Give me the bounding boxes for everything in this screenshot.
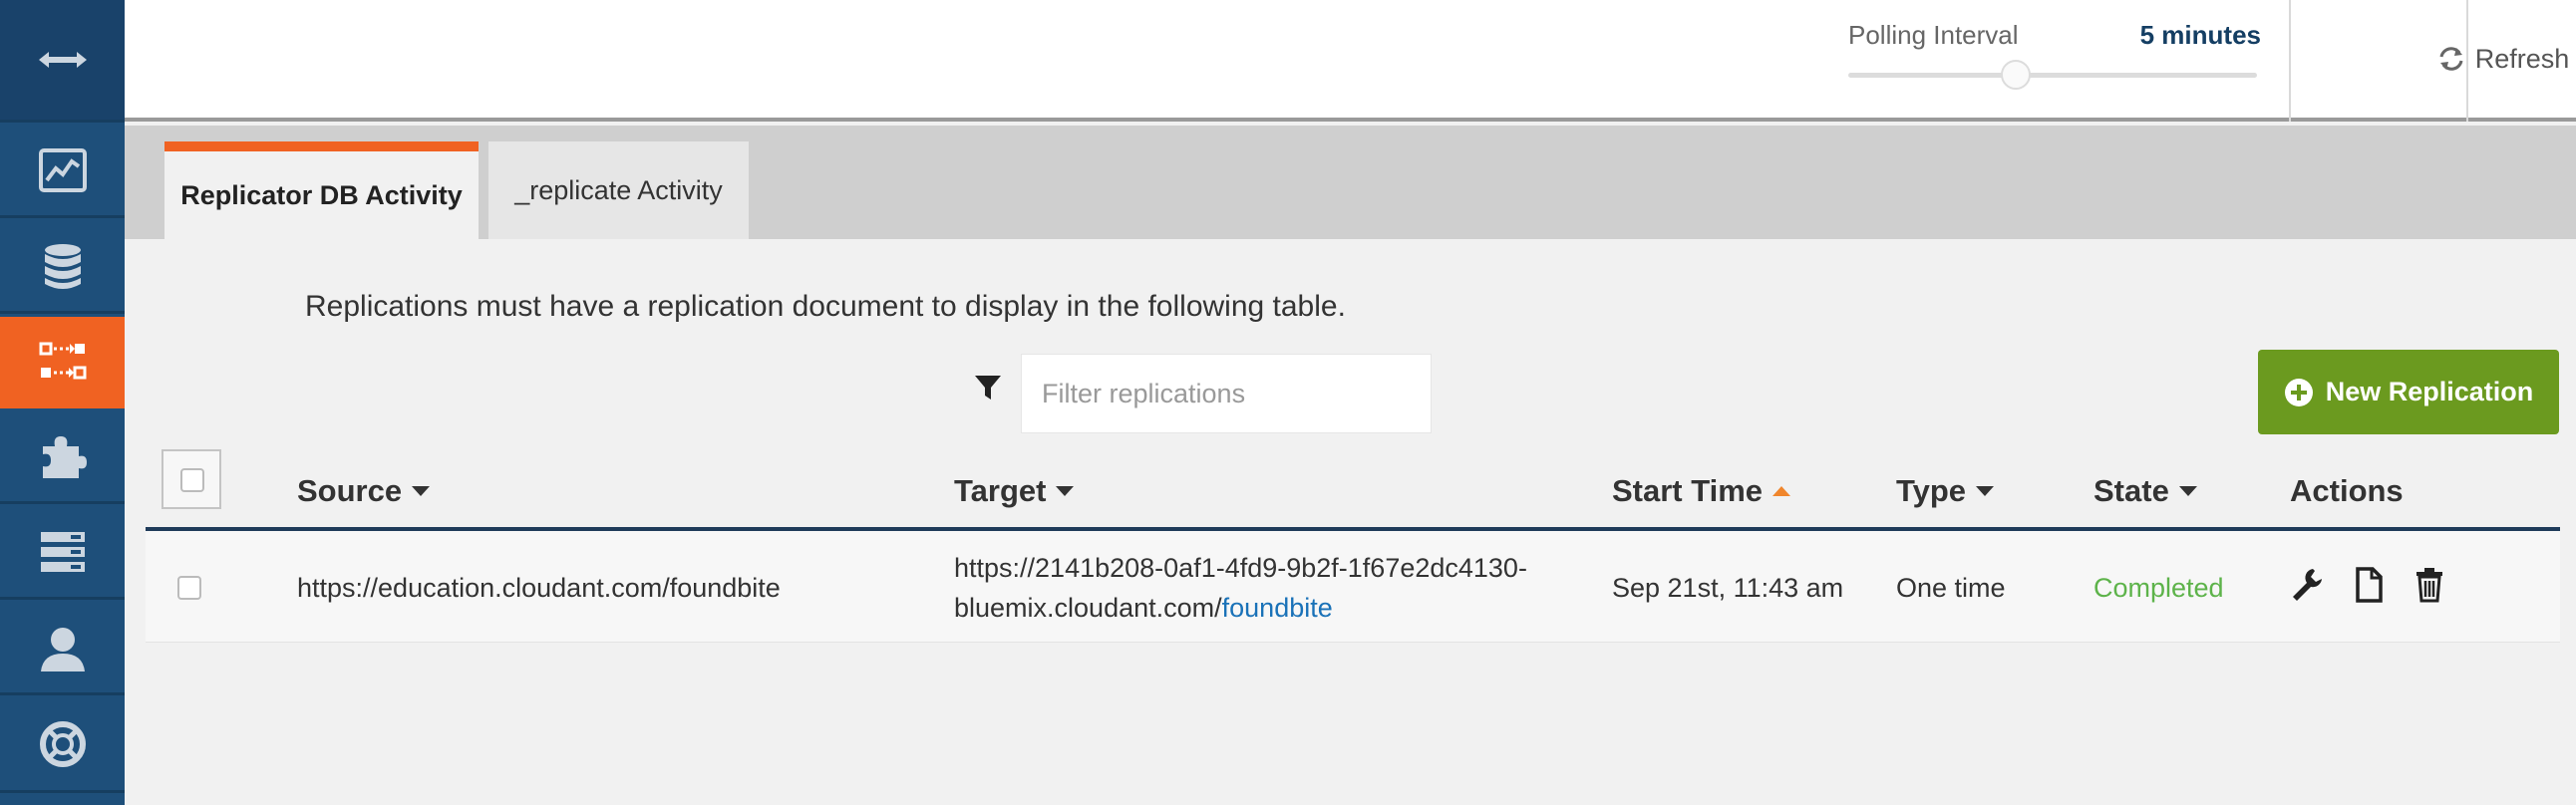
wrench-icon	[2293, 569, 2322, 601]
sidebar-item-databases[interactable]	[0, 221, 125, 314]
filter-replications-input[interactable]	[1021, 354, 1432, 433]
polling-interval-value: 5 minutes	[2139, 20, 2261, 50]
tab-bar: Replicator DB Activity _replicate Activi…	[125, 126, 2576, 239]
sidebar-item-replication[interactable]	[0, 317, 125, 408]
tab-label: Replicator DB Activity	[180, 179, 463, 210]
replication-notice: Replications must have a replication doc…	[305, 290, 1346, 323]
sort-up-icon	[1772, 486, 1791, 496]
slider-track[interactable]	[1848, 73, 2257, 78]
delete-replication-button[interactable]	[2412, 565, 2447, 605]
sidebar-toggle[interactable]	[0, 0, 125, 123]
filter-icon	[975, 376, 1001, 400]
refresh-label: Refresh	[2474, 43, 2570, 74]
sort-down-icon	[2178, 486, 2197, 496]
polling-interval-label: Polling Interval	[1848, 20, 2019, 50]
row-target-line1: https://2141b208-0af1-4fd9-9b2f-1f67e2dc…	[954, 553, 1527, 583]
sort-down-icon	[1976, 486, 1995, 496]
sidebar-item-support[interactable]	[0, 698, 125, 793]
column-header-state[interactable]: State	[2093, 473, 2197, 509]
top-header: Polling Interval 5 minutes Refresh	[125, 0, 2576, 122]
puzzle-piece-icon	[42, 436, 87, 478]
column-header-type[interactable]: Type	[1896, 473, 1995, 509]
arrows-horizontal-icon	[38, 52, 87, 68]
sort-down-icon	[412, 486, 431, 496]
sidebar-nav	[0, 0, 125, 805]
edit-replication-button[interactable]	[2289, 565, 2325, 605]
plus-circle-icon	[2284, 378, 2313, 406]
new-replication-button[interactable]: New Replication	[2258, 350, 2559, 434]
column-header-label: Actions	[2290, 473, 2404, 508]
select-all-checkbox[interactable]	[161, 449, 221, 509]
sidebar-item-servers[interactable]	[0, 507, 125, 600]
support-lifebuoy-icon	[39, 721, 86, 767]
polling-interval-slider[interactable]	[1848, 60, 2257, 90]
sidebar-item-account[interactable]	[0, 603, 125, 695]
refresh-button[interactable]: Refresh	[2415, 0, 2576, 118]
row-target-db-link[interactable]: foundbite	[1222, 593, 1333, 623]
tab-replicate-activity[interactable]: _replicate Activity	[488, 141, 749, 239]
row-start-time: Sep 21st, 11:43 am	[1612, 573, 1844, 603]
view-document-button[interactable]	[2351, 565, 2387, 605]
header-divider	[2466, 0, 2468, 122]
column-header-label: State	[2093, 473, 2169, 508]
column-header-label: Source	[297, 473, 403, 508]
row-target-line2: bluemix.cloudant.com/foundbite	[954, 588, 1527, 628]
checkbox-box	[180, 468, 204, 492]
trash-icon	[2416, 568, 2442, 603]
slider-handle[interactable]	[2001, 60, 2032, 90]
database-icon	[44, 244, 81, 289]
tab-replicator-db-activity[interactable]: Replicator DB Activity	[164, 141, 479, 239]
user-icon	[40, 628, 85, 671]
server-stack-icon	[40, 532, 85, 572]
column-header-actions: Actions	[2290, 473, 2404, 509]
sidebar-item-extensions[interactable]	[0, 411, 125, 504]
document-icon	[2356, 567, 2383, 603]
header-divider	[2289, 0, 2291, 122]
column-header-start-time[interactable]: Start Time	[1612, 473, 1791, 509]
row-source: https://education.cloudant.com/foundbite	[297, 573, 781, 603]
row-checkbox[interactable]	[177, 576, 201, 600]
activity-chart-icon	[38, 148, 87, 192]
column-header-source[interactable]: Source	[297, 473, 431, 509]
sidebar-item-activity[interactable]	[0, 126, 125, 218]
tab-label: _replicate Activity	[514, 174, 723, 205]
column-header-target[interactable]: Target	[954, 473, 1075, 509]
row-target-host: bluemix.cloudant.com/	[954, 593, 1222, 623]
row-type: One time	[1896, 573, 2006, 603]
replication-icon	[39, 342, 86, 379]
sort-down-icon	[1056, 486, 1075, 496]
column-header-label: Type	[1896, 473, 1967, 508]
new-replication-label: New Replication	[2325, 377, 2534, 406]
row-target: https://2141b208-0af1-4fd9-9b2f-1f67e2dc…	[954, 548, 1527, 628]
column-header-label: Target	[954, 473, 1047, 508]
row-state: Completed	[2093, 573, 2224, 603]
refresh-icon	[2439, 47, 2463, 71]
column-header-label: Start Time	[1612, 473, 1764, 508]
